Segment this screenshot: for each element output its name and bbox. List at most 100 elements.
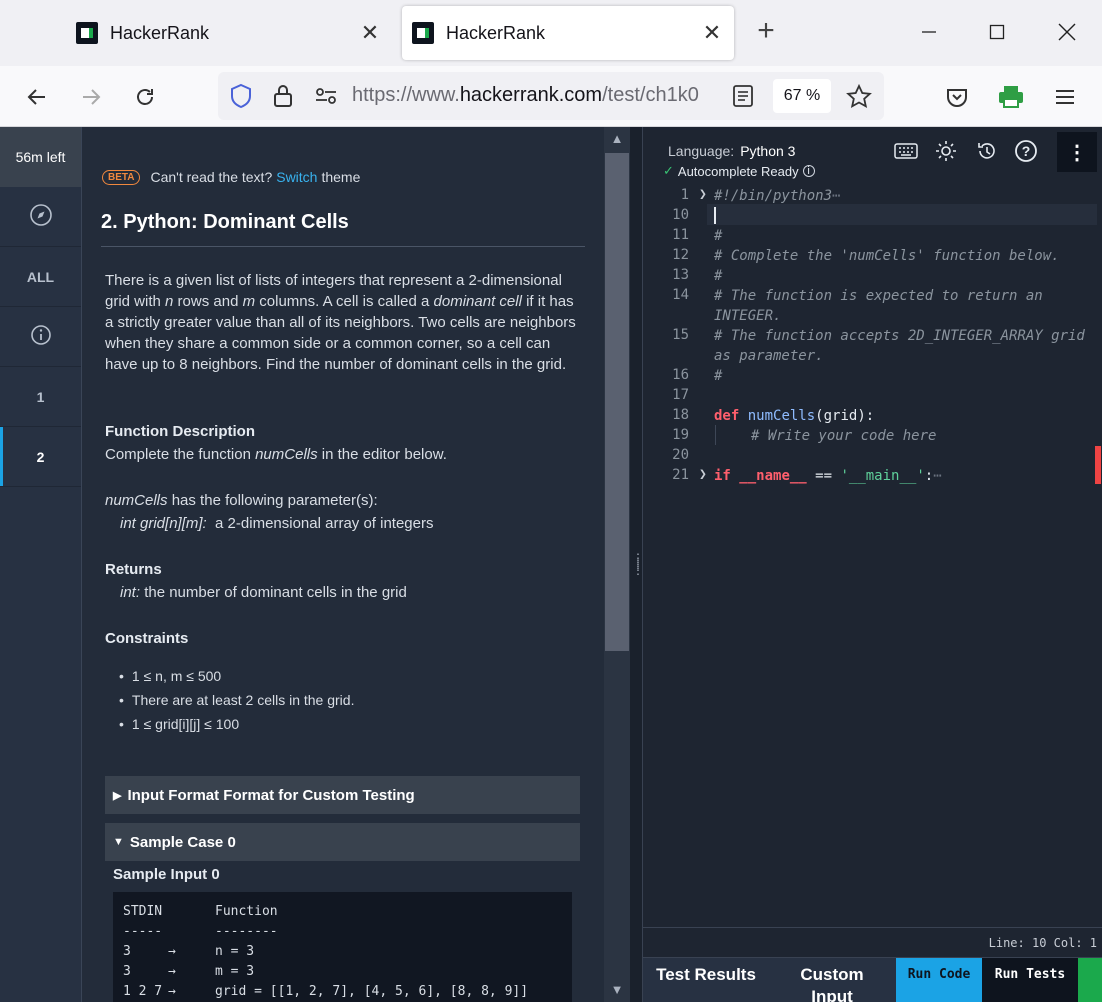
url-text[interactable]: https://www.hackerrank.com/test/ch1k0 <box>352 84 728 107</box>
sample-input-title: Sample Input 0 <box>113 866 220 883</box>
params-intro: numCells has the following parameter(s): <box>105 492 378 509</box>
line-number: 21 <box>672 467 689 483</box>
line-number: 13 <box>672 267 689 283</box>
reload-icon[interactable] <box>128 80 162 114</box>
code-line: # Complete the 'numCells' function below… <box>714 248 1060 264</box>
problem-statement-panel: BETA Can't read the text? Switch theme 2… <box>82 127 604 1002</box>
new-tab-icon[interactable]: + <box>750 14 782 48</box>
code-line: def numCells(grid): <box>714 408 875 424</box>
permissions-icon[interactable] <box>314 85 338 112</box>
sidebar-item-question-2[interactable]: 2 <box>0 427 81 487</box>
problem-scrollbar[interactable]: ▲ ▼ <box>604 127 630 1002</box>
code-line: # The function is expected to return an … <box>714 288 1052 324</box>
sidebar-item-navigation[interactable] <box>0 187 81 247</box>
help-icon[interactable]: ? <box>1014 139 1038 163</box>
scroll-up-icon[interactable]: ▲ <box>604 131 630 146</box>
test-results-tab[interactable]: Test Results <box>643 958 769 1002</box>
run-code-button[interactable]: Run Code <box>896 958 982 1002</box>
hackerrank-favicon-icon <box>412 22 434 44</box>
address-bar[interactable]: https://www.hackerrank.com/test/ch1k0 67… <box>218 72 884 120</box>
time-remaining: 56m left <box>0 127 81 187</box>
browser-tab[interactable]: HackerRank ✕ <box>66 6 392 60</box>
lock-icon[interactable] <box>273 84 293 113</box>
sample-input-code: STDIN Function ----- -------- 3 → n = 3 3 → m … <box>113 892 572 1002</box>
check-circle-icon: ✓ <box>663 163 674 178</box>
fold-toggle-icon[interactable]: ❯ <box>699 187 707 202</box>
accordion-label: Input Format Format for Custom Testing <box>127 786 415 804</box>
line-number: 12 <box>672 247 689 263</box>
scroll-down-icon[interactable]: ▼ <box>604 982 630 997</box>
close-tab-icon[interactable]: ✕ <box>358 20 382 46</box>
editor-action-bar: Test Results Custom Input Run Code Run T… <box>643 957 1102 1002</box>
constraint-item: 1 ≤ grid[i][j] ≤ 100 <box>119 712 354 736</box>
problem-title: 2. Python: Dominant Cells <box>101 211 585 247</box>
scrollbar-thumb[interactable] <box>605 153 629 651</box>
url-domain: hackerrank.com <box>459 84 603 106</box>
hackerrank-test-app: 56m left ALL 1 2 BETA Can't read the tex… <box>0 127 1102 1002</box>
zoom-level-button[interactable]: 67 % <box>773 79 831 113</box>
line-number: 18 <box>672 407 689 423</box>
switch-theme-link[interactable]: Switch <box>276 169 317 185</box>
line-number: 1 <box>680 187 689 203</box>
panel-resize-handle[interactable]: ⋮ ⋮ ⋮ <box>630 127 644 1002</box>
url-path: /test/ch1k0 <box>602 84 699 106</box>
close-tab-icon[interactable]: ✕ <box>700 20 724 46</box>
language-selector[interactable]: Language: Python 3 <box>668 143 795 159</box>
line-number: 11 <box>672 227 689 243</box>
url-prefix: https://www. <box>352 84 460 106</box>
code-line: #!/bin/python3⋯ <box>714 188 841 204</box>
sidebar-item-info[interactable] <box>0 307 81 367</box>
theme-sun-icon[interactable] <box>934 139 958 163</box>
browser-tab-active[interactable]: HackerRank ✕ <box>402 6 734 60</box>
printer-icon[interactable] <box>994 80 1028 114</box>
forward-icon[interactable] <box>74 80 108 114</box>
input-format-accordion[interactable]: ▶ Input Format Format for Custom Testing <box>105 776 580 814</box>
indent-guide <box>715 425 716 445</box>
maximize-icon[interactable] <box>975 12 1019 52</box>
submit-button[interactable] <box>1078 958 1102 1002</box>
caret-right-icon: ▶ <box>113 789 122 802</box>
theme-notice: BETA Can't read the text? Switch theme <box>102 169 360 185</box>
more-options-icon[interactable]: ⋮ <box>1057 132 1097 172</box>
sample-case-accordion[interactable]: ▼ Sample Case 0 <box>105 823 580 861</box>
language-label: Language: <box>668 143 735 159</box>
shield-icon[interactable] <box>229 83 253 114</box>
tab-title: HackerRank <box>110 22 210 43</box>
code-row: 3 → m = 3 <box>123 964 255 979</box>
returns-heading: Returns <box>105 561 162 578</box>
custom-input-tab[interactable]: Custom Input <box>769 958 895 1002</box>
compass-icon <box>29 203 53 230</box>
sidebar-item-all[interactable]: ALL <box>0 247 81 307</box>
minimize-icon[interactable] <box>907 12 951 52</box>
reader-view-icon[interactable] <box>732 84 754 113</box>
code-line: # The function accepts 2D_INTEGER_ARRAY … <box>714 328 1094 364</box>
constraint-item: 1 ≤ n, m ≤ 500 <box>119 664 354 688</box>
theme-suffix: theme <box>321 169 361 185</box>
code-line: # <box>714 228 723 244</box>
editor-header: Language: Python 3 ✓ Autocomplete Ready i… <box>643 127 1102 187</box>
info-icon[interactable]: i <box>802 165 815 177</box>
code-editor-panel: Language: Python 3 ✓ Autocomplete Ready i… <box>642 127 1102 1002</box>
run-tests-button[interactable]: Run Tests <box>982 958 1078 1002</box>
keyboard-icon[interactable] <box>894 139 918 163</box>
svg-text:?: ? <box>1022 143 1031 159</box>
code-line: if __name__ == '__main__':⋯ <box>714 468 942 484</box>
autocomplete-status: ✓ Autocomplete Ready i <box>663 163 815 179</box>
constraint-item: There are at least 2 cells in the grid. <box>119 688 355 712</box>
close-window-icon[interactable] <box>1045 12 1089 52</box>
pocket-icon[interactable] <box>940 80 974 114</box>
hackerrank-favicon-icon <box>76 22 98 44</box>
fold-toggle-icon[interactable]: ❯ <box>699 467 707 482</box>
menu-icon[interactable] <box>1048 80 1082 114</box>
history-icon[interactable] <box>975 139 999 163</box>
sidebar-item-question-1[interactable]: 1 <box>0 367 81 427</box>
constraints-list: 1 ≤ n, m ≤ 500 There are at least 2 cell… <box>119 664 355 736</box>
back-icon[interactable] <box>20 80 54 114</box>
bookmark-star-icon[interactable] <box>846 83 872 115</box>
code-line: # <box>714 268 723 284</box>
code-row: STDIN Function <box>123 904 278 919</box>
code-line: # Write your code here <box>751 428 937 444</box>
line-number: 19 <box>672 427 689 443</box>
line-number: 10 <box>672 207 689 223</box>
function-description: Complete the function numCells in the ed… <box>105 446 447 463</box>
